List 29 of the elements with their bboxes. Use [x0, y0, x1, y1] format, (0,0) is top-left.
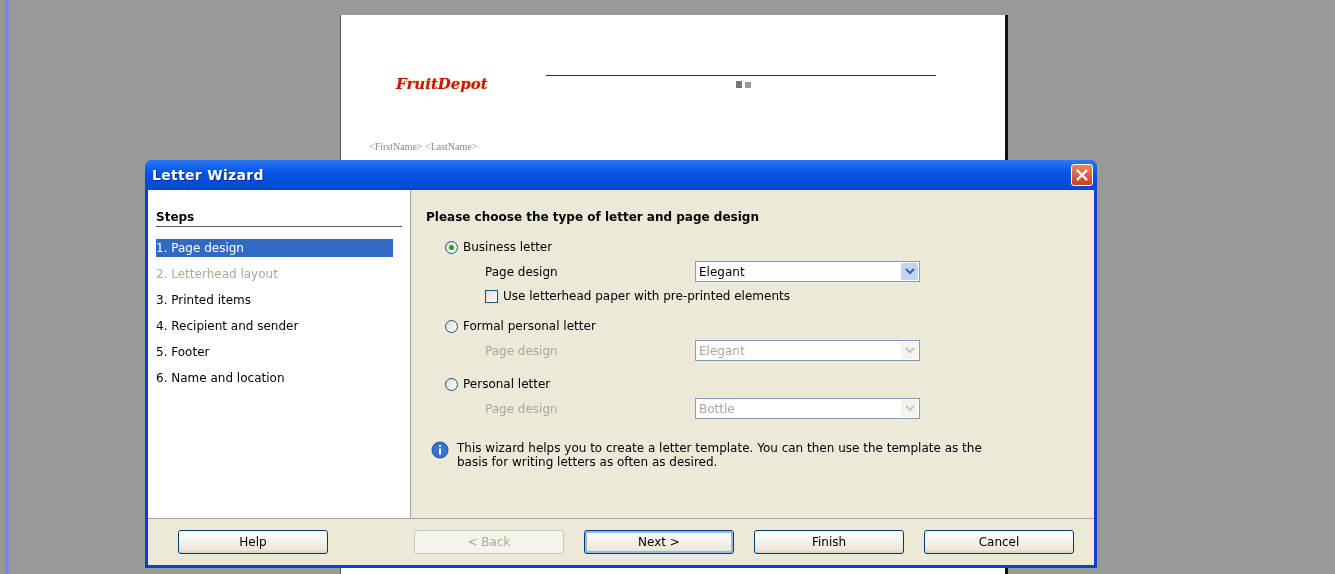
dialog-button[interactable]: Finish [754, 530, 904, 554]
radio-label: Business letter [463, 240, 553, 254]
step-item[interactable]: 1. Page design [156, 239, 393, 257]
checkbox-label: Use letterhead paper with pre-printed elements [503, 289, 790, 303]
dialog-button[interactable]: Cancel [924, 530, 1074, 554]
window-title: Letter Wizard [152, 167, 264, 183]
radio-button[interactable] [445, 240, 458, 254]
field-label: Page design [485, 264, 559, 279]
checkbox[interactable] [485, 289, 498, 303]
page-design-dropdown[interactable]: Elegant [695, 261, 920, 282]
field-label: Page design [485, 343, 559, 358]
dialog-button[interactable]: Next > [584, 530, 734, 554]
logo: FruitDepot [396, 75, 488, 93]
radio-label: Formal personal letter [463, 319, 596, 333]
close-button[interactable] [1071, 164, 1093, 186]
info-icon [431, 441, 449, 459]
step-item[interactable]: 6. Name and location [156, 369, 393, 387]
steps-heading: Steps [156, 210, 402, 227]
header-mark-icon [736, 81, 752, 88]
field-label: Page design [485, 401, 559, 416]
merge-field: <FirstName> <LastName> [369, 141, 478, 152]
radio-label: Personal letter [463, 377, 551, 391]
close-icon [1075, 168, 1089, 182]
info-text: This wizard helps you to create a letter template. You can then use the template as the basis for writing letters as often as desired. [457, 441, 983, 469]
step-item[interactable]: 5. Footer [156, 343, 393, 361]
section-heading: Please choose the type of letter and page design [426, 210, 760, 224]
step-item[interactable]: 3. Printed items [156, 291, 393, 309]
dialog-button[interactable]: Help [178, 530, 328, 554]
step-item[interactable]: 4. Recipient and sender [156, 317, 393, 335]
